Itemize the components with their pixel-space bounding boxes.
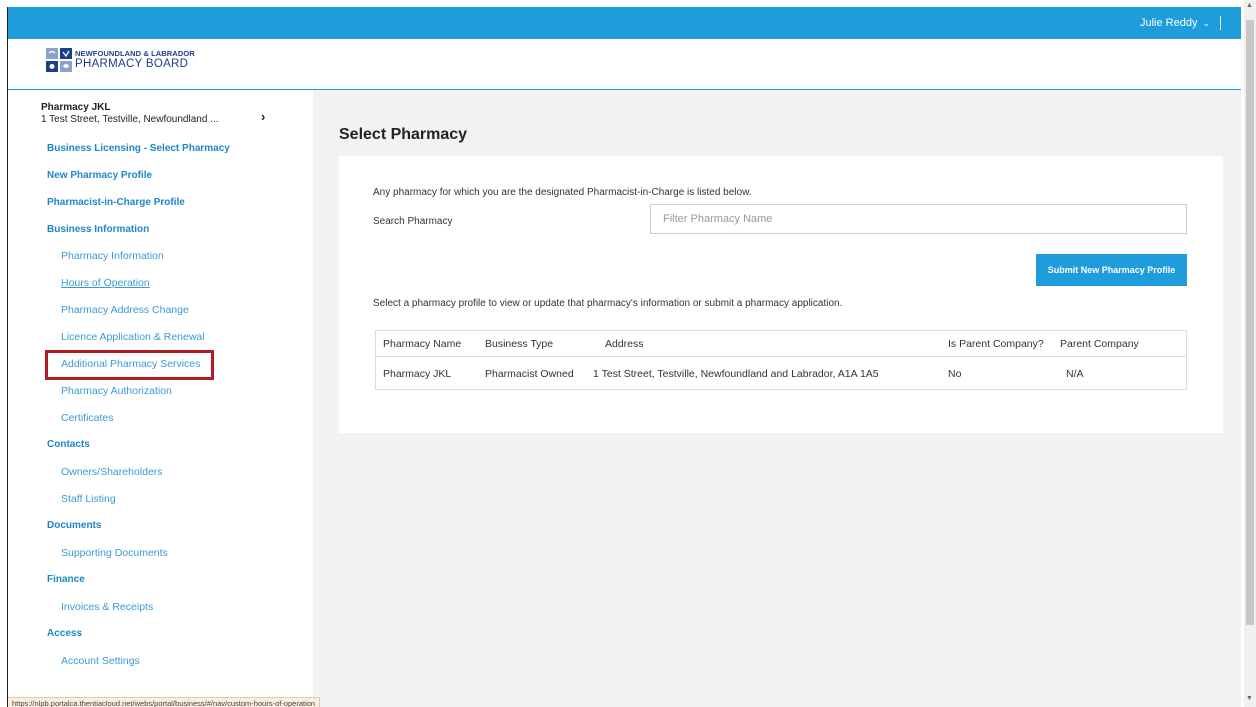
nav-pharmacy-address-change[interactable]: Pharmacy Address Change — [61, 304, 189, 316]
status-bar-url: https://nlpb.portalca.thentiacloud.net/w… — [8, 697, 321, 707]
nav-supporting-documents[interactable]: Supporting Documents — [61, 547, 168, 559]
cell-parent-company: N/A — [1066, 368, 1084, 380]
nav-pharmacy-authorization[interactable]: Pharmacy Authorization — [61, 385, 172, 397]
select-message: Select a pharmacy profile to view or upd… — [373, 298, 843, 309]
pharmacy-board-logo[interactable]: NEWFOUNDLAND & LABRADOR PHARMACY BOARD — [46, 48, 195, 72]
nav-contacts[interactable]: Contacts — [47, 439, 90, 450]
nav-pharmacy-information[interactable]: Pharmacy Information — [61, 250, 164, 262]
pharmacy-table: Pharmacy Name Business Type Address Is P… — [375, 330, 1187, 390]
column-header-address: Address — [605, 337, 644, 350]
column-header-pharmacy-name: Pharmacy Name — [383, 337, 462, 350]
nav-new-pharmacy-profile[interactable]: New Pharmacy Profile — [47, 170, 152, 181]
cell-business-type: Pharmacist Owned — [485, 368, 574, 380]
nav-certificates[interactable]: Certificates — [61, 412, 114, 424]
logo-text-line1: NEWFOUNDLAND & LABRADOR — [75, 49, 195, 58]
chevron-down-icon[interactable]: ⌄ — [1202, 18, 1210, 29]
logo-text-line2: PHARMACY BOARD — [75, 57, 189, 70]
search-input[interactable] — [650, 204, 1187, 234]
column-header-parent-company: Parent Company — [1060, 337, 1139, 350]
submit-new-pharmacy-profile-button[interactable]: Submit New Pharmacy Profile — [1036, 254, 1187, 286]
search-label: Search Pharmacy — [373, 216, 453, 227]
select-pharmacy-card: Any pharmacy for which you are the desig… — [339, 156, 1223, 433]
selected-pharmacy-name: Pharmacy JKL — [41, 102, 111, 113]
scroll-down-arrow-icon[interactable]: ▼ — [1246, 695, 1253, 702]
highlight-annotation — [45, 350, 214, 380]
table-row[interactable]: Pharmacy JKL Pharmacist Owned 1 Test Str… — [376, 358, 1186, 390]
scroll-thumb[interactable] — [1246, 20, 1254, 625]
page-title: Select Pharmacy — [339, 126, 468, 143]
user-name[interactable]: Julie Reddy — [1140, 17, 1197, 29]
nav-staff-listing[interactable]: Staff Listing — [61, 493, 116, 505]
chevron-right-icon[interactable]: › — [261, 109, 265, 124]
nav-documents[interactable]: Documents — [47, 520, 101, 531]
selected-pharmacy[interactable]: Pharmacy JKL 1 Test Street, Testville, N… — [41, 102, 271, 125]
selected-pharmacy-address: 1 Test Street, Testville, Newfoundland .… — [41, 114, 219, 125]
intro-text: Any pharmacy for which you are the desig… — [373, 187, 752, 198]
user-menu[interactable]: Julie Reddy ⌄ — [1140, 7, 1221, 39]
cell-pharmacy-name: Pharmacy JKL — [383, 368, 452, 380]
nav-access[interactable]: Access — [47, 628, 82, 639]
column-header-is-parent-company: Is Parent Company? — [948, 337, 1044, 350]
browser-viewport: Julie Reddy ⌄ NEWFOUNDLAND & LABRADOR PH… — [7, 7, 1241, 707]
logo-bar: NEWFOUNDLAND & LABRADOR PHARMACY BOARD — [8, 39, 1241, 90]
nav-pharmacist-in-charge-profile[interactable]: Pharmacist-in-Charge Profile — [47, 197, 185, 208]
sidebar: Pharmacy JKL 1 Test Street, Testville, N… — [8, 91, 313, 707]
nav-invoices-receipts[interactable]: Invoices & Receipts — [61, 601, 153, 613]
nav-hours-of-operation[interactable]: Hours of Operation — [61, 277, 150, 289]
scroll-up-arrow-icon[interactable]: ▲ — [1246, 2, 1253, 9]
nav-business-licensing-select-pharmacy[interactable]: Business Licensing - Select Pharmacy — [47, 143, 230, 154]
table-header-row: Pharmacy Name Business Type Address Is P… — [376, 331, 1186, 357]
vertical-scrollbar[interactable]: ▲ ▼ — [1244, 0, 1256, 707]
nav-licence-application-renewal[interactable]: Licence Application & Renewal — [61, 331, 205, 343]
cell-is-parent-company: No — [948, 368, 962, 380]
top-bar: Julie Reddy ⌄ — [8, 7, 1241, 39]
nav-business-information[interactable]: Business Information — [47, 224, 149, 235]
column-header-business-type: Business Type — [485, 337, 554, 350]
nav-finance[interactable]: Finance — [47, 574, 85, 585]
menu-divider — [1220, 16, 1221, 30]
nav-account-settings[interactable]: Account Settings — [61, 655, 140, 667]
shield-icon — [46, 48, 72, 72]
nav-owners-shareholders[interactable]: Owners/Shareholders — [61, 466, 163, 478]
cell-address: 1 Test Street, Testville, Newfoundland a… — [593, 368, 879, 380]
